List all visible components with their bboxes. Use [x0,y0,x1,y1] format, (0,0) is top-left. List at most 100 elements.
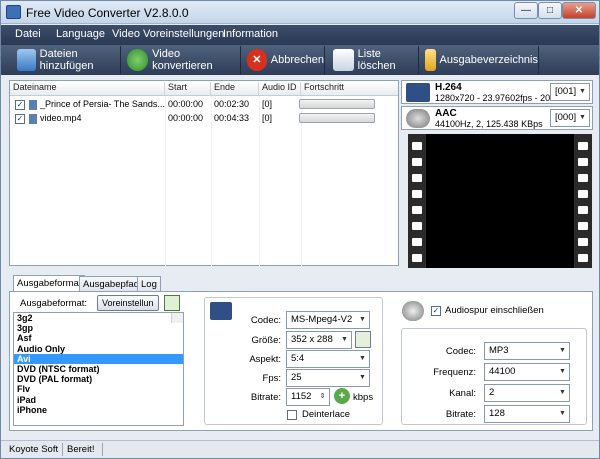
list-item[interactable]: 3g2 [14,313,183,323]
file-audio-id: [0] [262,99,273,109]
table-row[interactable]: ✓ video.mp4 00:00:00 00:04:33 [0] [10,112,398,126]
status-company: Koyote Soft [9,444,59,455]
audio-codec-label: Codec: [445,346,476,357]
convert-icon [127,49,149,71]
plus-icon[interactable]: + [334,388,350,404]
deinterlace-checkbox[interactable] [287,410,297,420]
window-title: Free Video Converter V2.8.0.0 [26,6,189,20]
table-row[interactable]: ✓ _Prince of Persia- The Sands... 00:00:… [10,98,398,112]
file-audio-id: [0] [262,113,273,123]
tab-output-path[interactable]: Ausgabepfad [79,276,143,292]
col-start[interactable]: Start [165,82,211,95]
col-end[interactable]: Ende [211,82,259,95]
size-select[interactable]: 352 x 288 ▼ [286,331,352,349]
cancel-icon: ✕ [247,49,267,71]
menu-video-presets[interactable]: Video Voreinstellungen [112,28,224,40]
app-logo-icon [6,5,21,19]
aspect-select[interactable]: 5:4 ▼ [286,350,370,368]
fps-select[interactable]: 25 ▼ [286,369,370,387]
col-progress[interactable]: Fortschritt [301,82,398,95]
add-file-icon [17,49,36,71]
list-item-selected[interactable]: Avi [14,353,183,364]
convert-button[interactable]: Video konvertieren [123,46,241,74]
menu-bar: Datei Language Video Voreinstellungen In… [1,25,599,45]
channel-label: Kanal: [449,388,476,399]
menu-datei[interactable]: Datei [15,28,41,40]
video-stream-select[interactable]: [001] ▼ [550,83,590,101]
frequency-select[interactable]: 44100 ▼ [484,363,570,381]
preset-button[interactable]: Voreinstellun [97,295,159,311]
channel-select[interactable]: 2 ▼ [484,384,570,402]
clear-list-button[interactable]: Liste löschen [329,46,419,74]
list-item[interactable]: Audio Only [14,344,183,354]
video-preview [408,134,592,268]
list-item[interactable]: Asf [14,333,183,343]
document-icon [333,49,354,71]
bitrate-unit: kbps [353,392,374,403]
bitrate-input[interactable]: 1152 ⇕ [286,388,330,406]
video-stream-info: H.264 1280x720 - 23.97602fps - 200 [001]… [401,80,593,104]
speaker-icon [406,109,430,128]
frequency-label: Frequenz: [433,367,476,378]
output-directory-label: Ausgabeverzeichnis [439,54,538,66]
list-item[interactable]: 3gp [14,323,183,333]
size-label: Größe: [251,335,281,346]
speaker-icon [402,301,424,321]
include-audio-checkbox[interactable]: ✓ [431,306,441,316]
audio-codec-select[interactable]: MP3 ▼ [484,342,570,360]
video-details: 1280x720 - 23.97602fps - 200 [435,93,556,103]
minimize-button[interactable]: — [514,2,538,19]
list-item[interactable]: Flv [14,384,183,394]
convert-label: Video konvertieren [152,48,213,72]
cancel-button[interactable]: ✕ Abbrechen [243,46,325,74]
title-bar: Free Video Converter V2.8.0.0 — □ ✕ [1,1,599,24]
format-list-scrollbar[interactable] [171,313,183,324]
row-checkbox[interactable]: ✓ [15,114,25,124]
tab-output-format[interactable]: Ausgabeformat [13,275,86,292]
maximize-button[interactable]: □ [538,2,562,19]
edit-size-icon[interactable] [355,331,371,348]
close-button[interactable]: ✕ [562,2,596,19]
file-list[interactable]: Dateiname Start Ende Audio ID Fortschrit… [9,80,399,266]
video-codec: H.264 [435,82,462,93]
menu-information[interactable]: Information [223,28,278,40]
row-checkbox[interactable]: ✓ [15,100,25,110]
menu-language[interactable]: Language [56,28,105,40]
file-name: video.mp4 [40,113,82,123]
file-end: 00:02:30 [214,99,250,109]
file-start: 00:00:00 [168,113,204,123]
format-list[interactable]: 3g2 3gp Asf Audio Only Avi DVD (NTSC for… [13,312,184,426]
add-files-label: Dateien hinzufügen [39,48,94,72]
add-files-button[interactable]: Dateien hinzufügen [13,46,121,74]
file-name: _Prince of Persia- The Sands... [40,99,165,109]
clear-list-label: Liste löschen [357,48,396,72]
format-label: Ausgabeformat: [20,298,88,309]
col-audio-id[interactable]: Audio ID [259,82,301,95]
audio-settings-panel: Codec: MP3 ▼ Frequenz: 44100 ▼ Kanal: 2 ▼ B… [401,328,587,425]
list-item[interactable]: iPad [14,395,183,405]
save-preset-icon[interactable] [164,295,180,311]
codec-label: Codec: [250,315,281,326]
audio-bitrate-select[interactable]: 128 ▼ [484,405,570,423]
film-strip-left [408,134,426,268]
video-file-icon [29,100,37,110]
list-item[interactable]: iPhone [14,405,183,415]
output-directory-button[interactable]: Ausgabeverzeichnis [421,46,539,74]
file-list-header: Dateiname Start Ende Audio ID Fortschrit… [10,81,398,96]
aspect-label: Aspekt: [249,354,281,365]
audio-stream-select[interactable]: [000] ▼ [550,109,590,127]
tab-log[interactable]: Log [137,276,161,292]
video-codec-select[interactable]: MS-Mpeg4-V2 ▼ [286,311,370,329]
include-audio-label: Audiospur einschließen [445,305,544,316]
status-text: Bereit! [67,444,95,455]
deinterlace-label: Deinterlace [302,409,351,420]
film-strip-right [574,134,592,268]
video-file-icon [29,114,37,124]
col-filename[interactable]: Dateiname [10,82,165,95]
file-start: 00:00:00 [168,99,204,109]
progress-bar [299,99,375,109]
audio-details: 44100Hz, 2, 125.438 KBps [435,119,543,129]
list-item[interactable]: DVD (PAL format) [14,374,183,384]
audio-codec: AAC [435,108,457,119]
list-item[interactable]: DVD (NTSC format) [14,364,183,374]
